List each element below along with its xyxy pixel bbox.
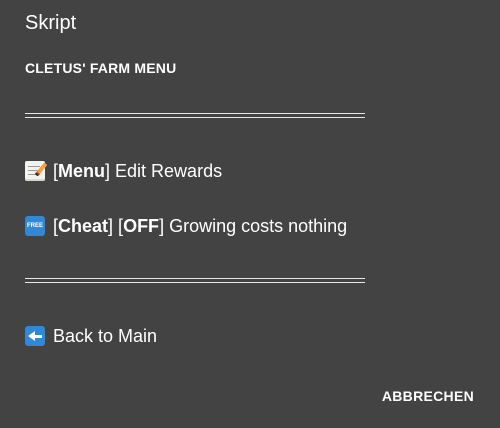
separator-bottom: [25, 278, 365, 283]
back-arrow-icon: [25, 326, 45, 346]
separator-top: [25, 113, 365, 118]
script-dialog: Skript CLETUS' FARM MENU [Menu] Edit Rew…: [0, 0, 500, 428]
free-icon: FREE: [25, 216, 45, 236]
menu-item-edit-rewards[interactable]: [Menu] Edit Rewards: [25, 158, 222, 184]
item-label: Edit Rewards: [110, 160, 223, 181]
menu-item-back-to-main[interactable]: Back to Main: [25, 323, 157, 349]
menu-tag: Menu: [58, 160, 106, 181]
item-label: Growing costs nothing: [164, 215, 348, 236]
menu-item-growing-costs-nothing[interactable]: FREE [Cheat] [OFF] Growing costs nothing: [25, 213, 347, 239]
dialog-title: Skript: [25, 12, 77, 34]
cheat-state: OFF: [123, 215, 160, 236]
cancel-button[interactable]: ABBRECHEN: [382, 388, 474, 404]
dialog-subtitle: CLETUS' FARM MENU: [25, 60, 177, 76]
item-label: Back to Main: [53, 325, 158, 346]
cheat-tag: Cheat: [58, 215, 109, 236]
memo-icon: [25, 161, 45, 181]
item-text: [Menu] Edit Rewards: [53, 160, 223, 181]
item-text: [Cheat] [OFF] Growing costs nothing: [53, 215, 348, 236]
